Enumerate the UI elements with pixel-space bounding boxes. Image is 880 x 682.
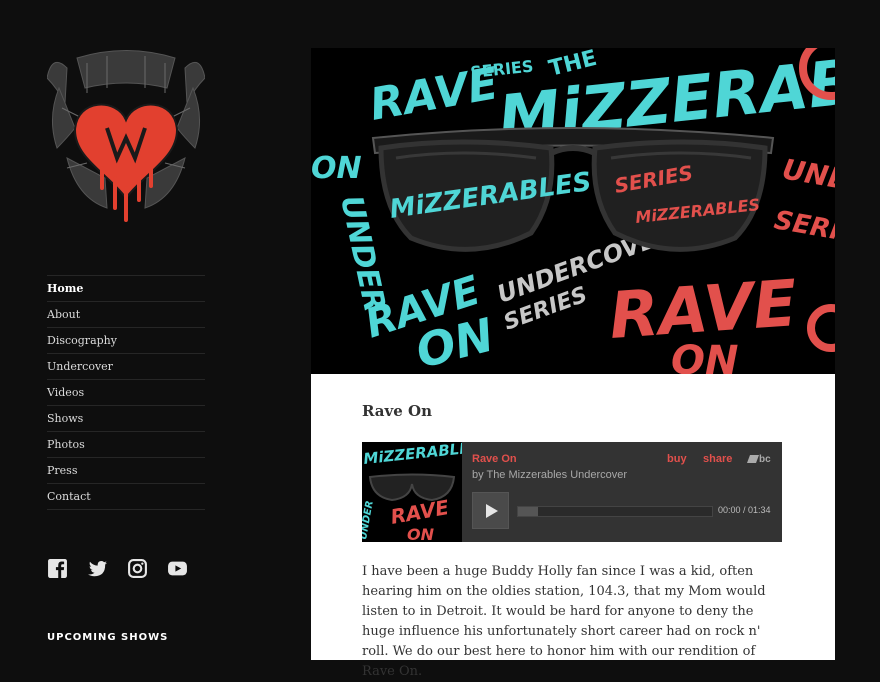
twitter-icon[interactable] <box>87 558 108 579</box>
track-artist[interactable]: by The Mizzerables Undercover <box>472 469 627 481</box>
youtube-icon[interactable] <box>167 558 188 579</box>
album-art-on-text: ON <box>407 525 435 542</box>
track-title[interactable]: Rave On <box>472 453 517 465</box>
bandcamp-logo-icon[interactable]: bc <box>747 454 771 465</box>
play-button[interactable] <box>472 492 509 529</box>
buy-link[interactable]: buy <box>667 453 687 465</box>
bandcamp-logo-text: bc <box>759 454 771 465</box>
upcoming-shows-heading: UPCOMING SHOWS <box>47 632 169 643</box>
rave-on-artwork: MiZZERAB RAVE THE SERIES UNDER RAVE ON O… <box>311 48 835 374</box>
bandcamp-parallelogram-icon <box>747 455 759 463</box>
track-time: 00:00 / 01:34 <box>718 505 771 515</box>
post-title[interactable]: Rave On <box>362 402 432 420</box>
nav-item-undercover[interactable]: Undercover <box>47 354 205 380</box>
facebook-icon[interactable] <box>47 558 68 579</box>
share-link[interactable]: share <box>703 453 732 465</box>
nav-item-shows[interactable]: Shows <box>47 406 205 432</box>
band-logo[interactable] <box>47 48 205 226</box>
nav-item-videos[interactable]: Videos <box>47 380 205 406</box>
nav-item-contact[interactable]: Contact <box>47 484 205 510</box>
post-article: Rave On MiZZERABLES RAVE ON UNDER Rave O… <box>311 374 835 679</box>
hero-on-left-text: ON <box>311 151 362 186</box>
nav-item-photos[interactable]: Photos <box>47 432 205 458</box>
social-links <box>47 558 188 582</box>
progress-handle[interactable] <box>518 507 538 516</box>
nav-item-home[interactable]: Home <box>47 276 205 302</box>
nav-item-about[interactable]: About <box>47 302 205 328</box>
progress-bar[interactable] <box>517 506 713 517</box>
nav-item-discography[interactable]: Discography <box>47 328 205 354</box>
post-body: I have been a huge Buddy Holly fan since… <box>362 564 766 679</box>
play-icon <box>485 503 498 518</box>
nav-item-press[interactable]: Press <box>47 458 205 484</box>
main-navigation: Home About Discography Undercover Videos… <box>47 275 205 510</box>
instagram-icon[interactable] <box>127 558 148 579</box>
bandcamp-player: MiZZERABLES RAVE ON UNDER Rave On by The… <box>362 442 782 542</box>
header-image: MiZZERAB RAVE THE SERIES UNDER RAVE ON O… <box>311 48 835 374</box>
album-art[interactable]: MiZZERABLES RAVE ON UNDER <box>362 442 462 542</box>
hero-on-red-text: ON <box>671 338 738 374</box>
